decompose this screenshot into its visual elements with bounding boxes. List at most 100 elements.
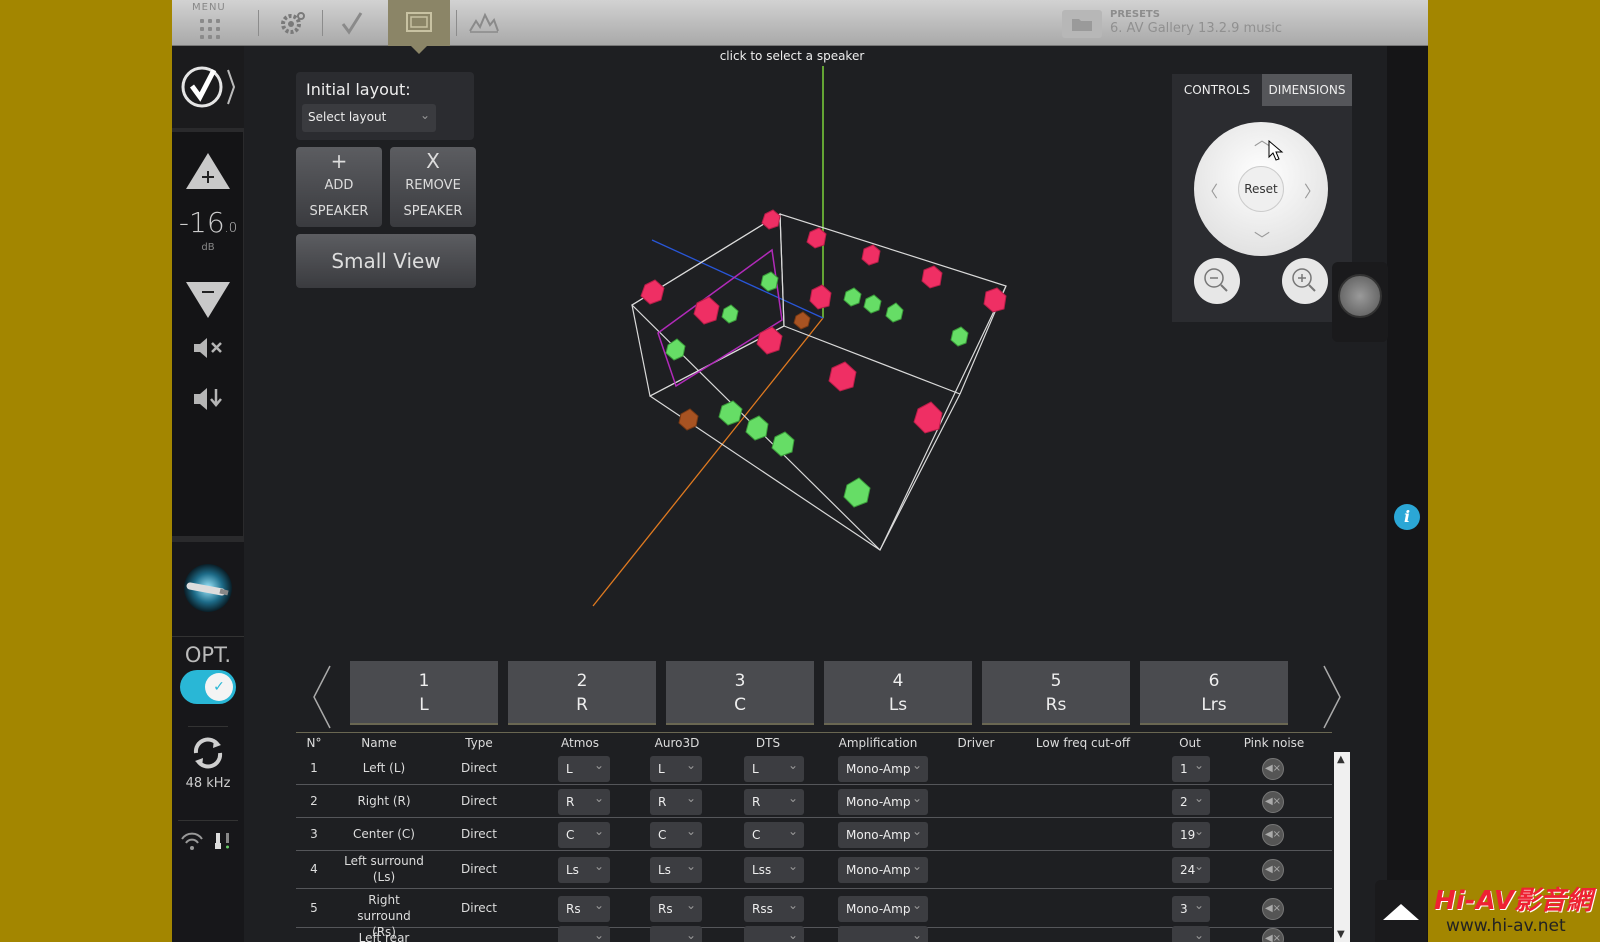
atmos-select[interactable]: Rs (558, 896, 610, 922)
speaker-tabs-next-icon[interactable] (1316, 662, 1346, 732)
dts-select[interactable]: R (744, 789, 804, 815)
out-select[interactable] (1172, 926, 1210, 942)
presets-value: 6. AV Gallery 13.2.9 music (1110, 21, 1282, 36)
table-row[interactable]: Left rear ◀× (296, 924, 1332, 942)
auro3d-select[interactable]: Rs (650, 896, 702, 922)
zoom-out-icon[interactable] (1194, 258, 1240, 304)
atmos-select[interactable]: C (558, 822, 610, 848)
out-select[interactable]: 3 (1172, 896, 1210, 922)
col-header-driver: Driver (957, 736, 995, 750)
presets-selector[interactable]: PRESETS 6. AV Gallery 13.2.9 music (1062, 6, 1402, 40)
speaker-tab-code: R (576, 695, 588, 715)
atmos-select[interactable]: Ls (558, 857, 610, 883)
speaker-tab[interactable]: 2 R (508, 661, 656, 725)
dial-knob (1338, 274, 1382, 318)
out-select[interactable]: 2 (1172, 789, 1210, 815)
speaker-tab-code: Rs (1045, 695, 1067, 715)
speaker-tabs-prev-icon[interactable] (308, 662, 338, 732)
col-header-name: Name (361, 736, 397, 750)
auro3d-select[interactable]: Ls (650, 857, 702, 883)
amplification-select[interactable]: Mono-Amp (838, 822, 928, 848)
amplification-select[interactable]: Mono-Amp (838, 857, 928, 883)
auro3d-select[interactable]: L (650, 756, 702, 782)
dts-select[interactable]: C (744, 822, 804, 848)
expand-up-button[interactable] (1375, 880, 1427, 942)
amplification-select[interactable] (838, 926, 928, 942)
out-select[interactable]: 1 (1172, 756, 1210, 782)
row-type: Direct (461, 794, 497, 808)
folder-icon (1062, 10, 1102, 38)
auro3d-select[interactable]: R (650, 789, 702, 815)
speaker-tab[interactable]: 3 C (666, 661, 814, 725)
table-row[interactable]: 3 Center (C) Direct C C C Mono-Amp 19 ◀× (296, 818, 1332, 851)
speaker-tab[interactable]: 5 Rs (982, 661, 1130, 725)
arrow-left-icon[interactable]: 〈 (1202, 178, 1218, 202)
rotation-joystick[interactable]: ︿ ﹀ 〈 〉 Reset (1194, 122, 1328, 256)
settings-gear-icon[interactable] (270, 0, 314, 46)
amplification-select[interactable]: Mono-Amp (838, 756, 928, 782)
dts-select[interactable]: Rss (744, 896, 804, 922)
dts-select[interactable]: L (744, 756, 804, 782)
side-dial-button[interactable] (1332, 262, 1388, 342)
table-scrollbar[interactable]: ▲ ▼ (1334, 752, 1350, 942)
atmos-select[interactable]: R (558, 789, 610, 815)
col-header-out: Out (1179, 736, 1201, 750)
table-row[interactable]: 5Right surround (Rs)DirectRsRsRssMono-Am… (296, 890, 1332, 939)
pink-noise-speaker-icon[interactable]: ◀× (1262, 824, 1284, 846)
app-window: MENU PRESETS 6. AV Gallery 13.2.9 music (172, 0, 1428, 942)
scroll-up-icon[interactable]: ▲ (1337, 754, 1345, 765)
amplification-select[interactable]: Mono-Amp (838, 789, 928, 815)
pink-noise-speaker-icon[interactable]: ◀× (1262, 791, 1284, 813)
speaker-layout-tab-active[interactable] (388, 0, 450, 54)
row-number: 5 (310, 901, 318, 915)
col-header-amplification: Amplification (838, 736, 918, 750)
row-number: 4 (310, 862, 318, 876)
auro3d-select[interactable]: C (650, 822, 702, 848)
out-select[interactable]: 24 (1172, 857, 1210, 883)
speaker-tab[interactable]: 6 Lrs (1140, 661, 1288, 725)
tab-controls[interactable]: CONTROLS (1172, 74, 1262, 106)
auro3d-select[interactable] (650, 926, 702, 942)
row-type: Direct (461, 901, 497, 915)
row-number: 1 (310, 761, 318, 775)
speaker-tab[interactable]: 1 L (350, 661, 498, 725)
col-header-number: N° (306, 736, 322, 750)
checkmark-icon[interactable] (330, 0, 374, 46)
pink-noise-speaker-icon[interactable]: ◀× (1262, 928, 1284, 942)
menu-grid-icon[interactable] (188, 0, 232, 46)
atmos-select[interactable]: L (558, 756, 610, 782)
out-select[interactable]: 19 (1172, 822, 1210, 848)
amplification-select[interactable]: Mono-Amp (838, 896, 928, 922)
frequency-graph-icon[interactable] (462, 0, 506, 46)
watermark: Hi-AV影音網 www.hi-av.net (1432, 880, 1600, 940)
speaker-tab[interactable]: 4 Ls (824, 661, 972, 725)
atmos-select[interactable] (558, 926, 610, 942)
sync-icon[interactable] (188, 726, 228, 777)
row-name: Right (R) (357, 794, 411, 808)
zoom-in-icon[interactable] (1282, 258, 1328, 304)
opt-toggle[interactable]: ✓ (180, 670, 236, 704)
speaker-tab-number: 4 (892, 671, 904, 691)
dts-select[interactable]: Lss (744, 857, 804, 883)
speaker-tab-number: 1 (418, 671, 430, 691)
table-row[interactable]: 2 Right (R) Direct R R R Mono-Amp 2 ◀× (296, 785, 1332, 818)
col-header-atmos: Atmos (561, 736, 599, 750)
pink-noise-speaker-icon[interactable]: ◀× (1262, 859, 1284, 881)
row-number: 2 (310, 794, 318, 808)
table-row[interactable]: 4 Left surround (Ls) Direct Ls Ls Lss Mono-Amp… (296, 851, 1332, 889)
toolbar-divider (258, 10, 259, 36)
pink-noise-speaker-icon[interactable]: ◀× (1262, 758, 1284, 780)
row-name: Left surround (Ls) (344, 854, 424, 884)
scroll-down-icon[interactable]: ▼ (1337, 929, 1345, 940)
info-icon[interactable]: i (1394, 504, 1420, 530)
table-row[interactable]: 1 Left (L) Direct L L L Mono-Amp 1 ◀× (296, 752, 1332, 785)
dts-select[interactable] (744, 926, 804, 942)
speaker-tab-number: 5 (1050, 671, 1062, 691)
speaker-tab-number: 2 (576, 671, 588, 691)
tab-dimensions[interactable]: DIMENSIONS (1262, 74, 1352, 106)
reset-view-button[interactable]: Reset (1238, 166, 1284, 212)
row-type: Direct (461, 827, 497, 841)
arrow-right-icon[interactable]: 〉 (1304, 178, 1320, 202)
arrow-down-icon[interactable]: ﹀ (1254, 226, 1270, 250)
pink-noise-speaker-icon[interactable]: ◀× (1262, 898, 1284, 920)
